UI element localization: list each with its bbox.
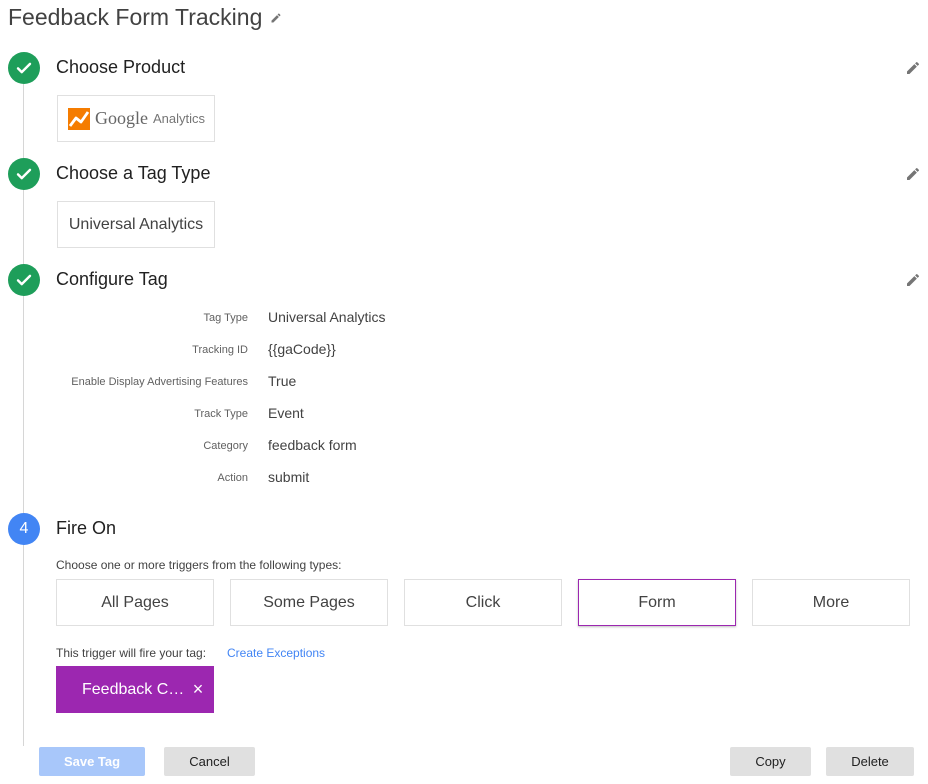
pencil-icon[interactable] bbox=[270, 3, 282, 30]
step-1-check-icon bbox=[8, 52, 40, 84]
copy-button[interactable]: Copy bbox=[730, 747, 811, 776]
config-value: feedback form bbox=[268, 437, 357, 453]
config-value: Universal Analytics bbox=[268, 309, 386, 325]
config-value: True bbox=[268, 373, 297, 389]
step-3-title: Configure Tag bbox=[56, 269, 168, 289]
google-analytics-logo: Google Analytics bbox=[67, 107, 205, 131]
step-2-title: Choose a Tag Type bbox=[56, 163, 211, 183]
analytics-chart-icon bbox=[67, 107, 90, 130]
page-title: Feedback Form Tracking bbox=[8, 4, 282, 31]
trigger-hint-text: Choose one or more triggers from the fol… bbox=[56, 558, 342, 572]
product-card[interactable]: Google Analytics bbox=[57, 95, 215, 142]
step-4-number: 4 bbox=[19, 520, 29, 537]
config-label: Action bbox=[217, 472, 248, 484]
config-label: Tag Type bbox=[203, 312, 248, 324]
page-title-text: Feedback Form Tracking bbox=[8, 4, 263, 30]
remove-trigger-close-icon[interactable]: × bbox=[190, 680, 206, 698]
trigger-type-some-pages[interactable]: Some Pages bbox=[230, 579, 388, 626]
step-1-title: Choose Product bbox=[56, 57, 186, 77]
step-4-number-badge: 4 bbox=[8, 513, 40, 545]
fire-trigger-text: This trigger will fire your tag: bbox=[56, 646, 207, 660]
config-row-tracking-id: Tracking ID {{gaCode}} bbox=[0, 341, 600, 361]
config-row-category: Category feedback form bbox=[0, 437, 600, 457]
trigger-type-click[interactable]: Click bbox=[404, 579, 562, 626]
edit-configure-pencil-icon[interactable] bbox=[904, 271, 922, 289]
logo-analytics-text: Analytics bbox=[152, 111, 206, 126]
tag-type-card-label: Universal Analytics bbox=[68, 215, 204, 233]
config-row-track-type: Track Type Event bbox=[0, 405, 600, 425]
config-row-display-advertising: Enable Display Advertising Features True bbox=[0, 373, 600, 393]
trigger-type-all-pages[interactable]: All Pages bbox=[56, 579, 214, 626]
config-label: Enable Display Advertising Features bbox=[71, 376, 248, 388]
edit-tag-type-pencil-icon[interactable] bbox=[904, 165, 922, 183]
config-row-action: Action submit bbox=[0, 469, 600, 489]
tag-type-card[interactable]: Universal Analytics bbox=[57, 201, 215, 248]
config-value: submit bbox=[268, 469, 310, 485]
config-label: Tracking ID bbox=[192, 344, 248, 356]
config-row-tag-type: Tag Type Universal Analytics bbox=[0, 309, 600, 329]
cancel-button[interactable]: Cancel bbox=[164, 747, 255, 776]
config-label: Category bbox=[203, 440, 248, 452]
step-4-title: Fire On bbox=[56, 518, 117, 538]
step-2-check-icon bbox=[8, 158, 40, 190]
trigger-type-more[interactable]: More bbox=[752, 579, 910, 626]
step-3-check-icon bbox=[8, 264, 40, 296]
delete-button[interactable]: Delete bbox=[826, 747, 914, 776]
edit-product-pencil-icon[interactable] bbox=[904, 59, 922, 77]
logo-google-text: Google bbox=[94, 108, 148, 128]
config-label: Track Type bbox=[194, 408, 248, 420]
config-value: Event bbox=[268, 405, 304, 421]
trigger-type-form[interactable]: Form bbox=[578, 579, 736, 626]
trigger-chip-label: Feedback C… bbox=[82, 680, 185, 698]
create-exceptions-link[interactable]: Create Exceptions bbox=[227, 646, 325, 660]
selected-trigger-chip[interactable]: Feedback C… × bbox=[56, 666, 214, 713]
config-value: {{gaCode}} bbox=[268, 341, 336, 357]
save-tag-button[interactable]: Save Tag bbox=[39, 747, 145, 776]
